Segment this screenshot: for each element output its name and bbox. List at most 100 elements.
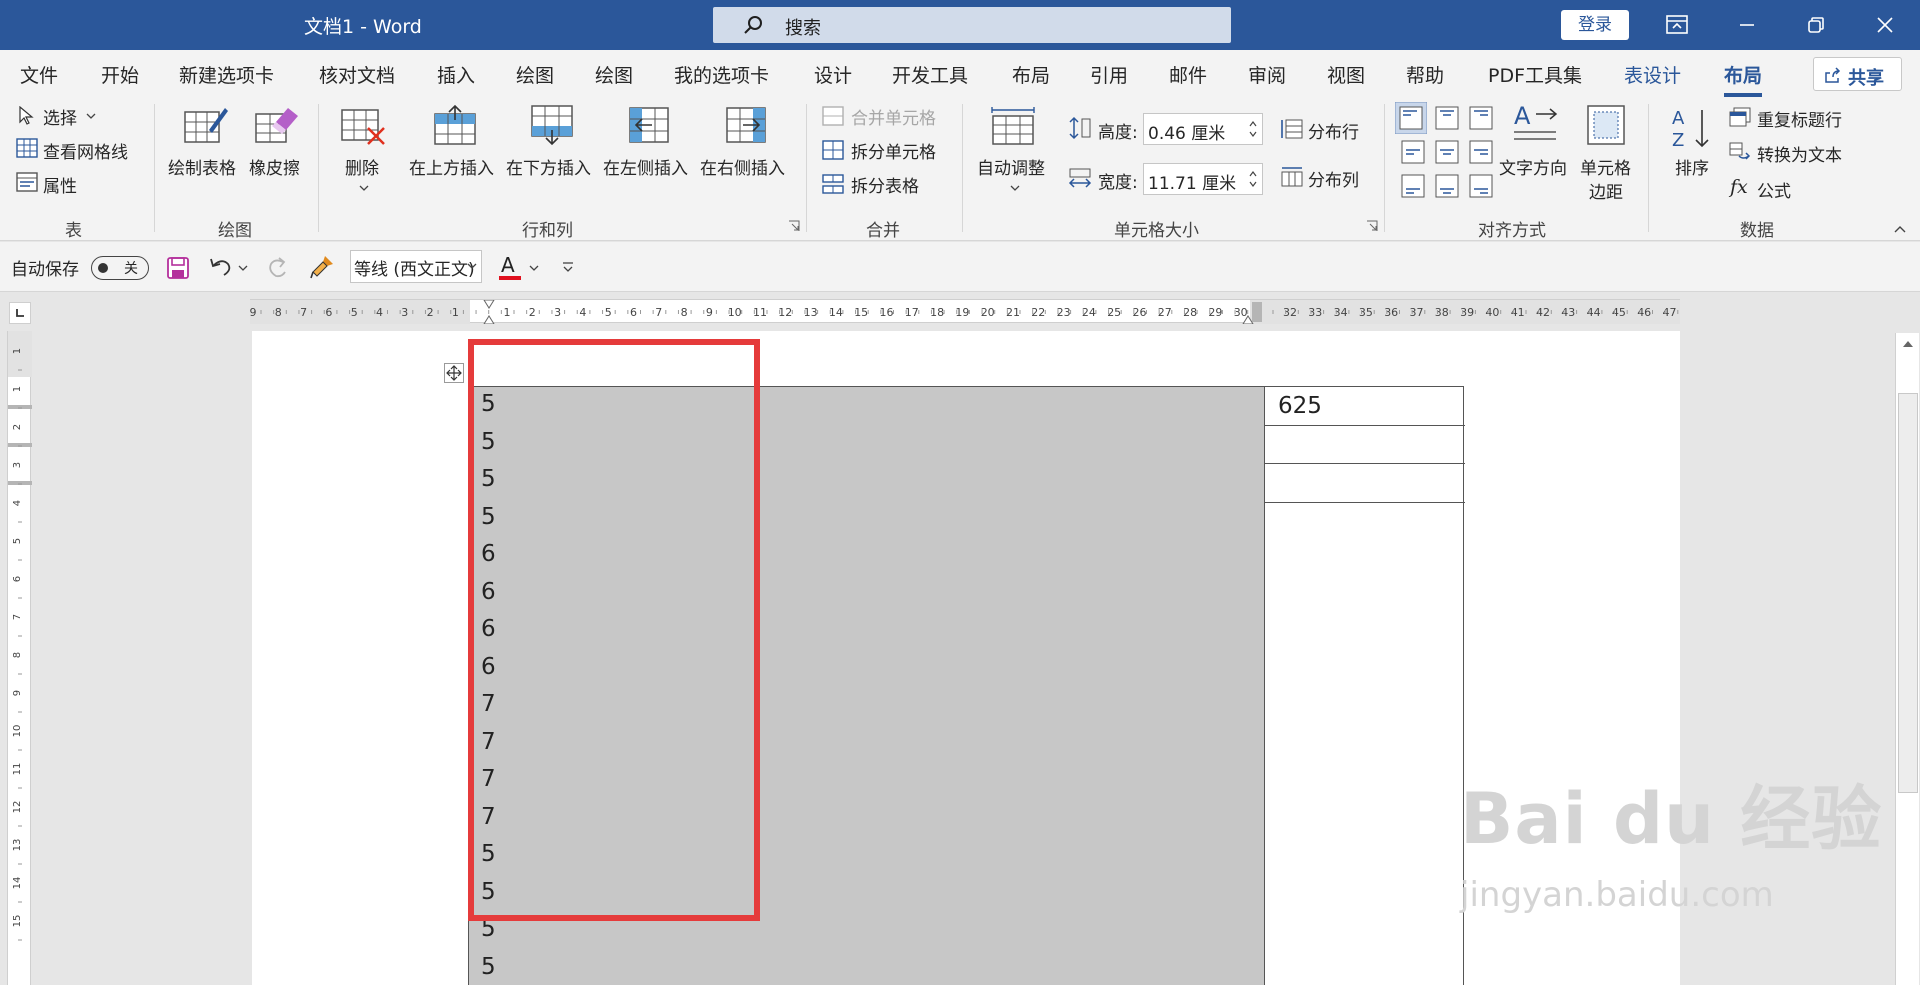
undo-icon[interactable]	[208, 255, 234, 279]
align-top-center-icon[interactable]	[1433, 104, 1461, 132]
tab-references[interactable]: 引用	[1090, 61, 1128, 88]
restore-button[interactable]	[1793, 8, 1839, 42]
font-name-combo[interactable]: 等线 (西文正文)	[350, 250, 482, 283]
eraser-icon	[255, 108, 298, 143]
column-cell-value[interactable]: 5	[481, 954, 496, 980]
vertical-scrollbar[interactable]	[1895, 333, 1919, 985]
ribbon-display-icon	[1666, 15, 1688, 34]
repeat-header-label: 重复标题行	[1757, 111, 1842, 131]
font-name-value: 等线 (西文正文)	[354, 260, 475, 280]
ruler-number: 47	[1663, 306, 1677, 319]
title-bar: 文档1 - Word 搜索 登录	[0, 0, 1920, 50]
row-height-input[interactable]: 0.46 厘米	[1143, 113, 1263, 145]
column-marker[interactable]	[1252, 302, 1262, 322]
tab-review[interactable]: 审阅	[1248, 61, 1286, 88]
ruler-number: 11	[753, 306, 767, 319]
customize-toolbar-icon[interactable]	[561, 260, 575, 274]
ribbon-display-options-button[interactable]	[1654, 8, 1700, 42]
cell-margins-label-2: 边距	[1589, 183, 1623, 203]
ruler-number: 33	[1308, 306, 1322, 319]
align-middle-left-icon[interactable]	[1399, 138, 1427, 166]
ruler-number: 12	[12, 801, 23, 814]
align-middle-center-icon[interactable]	[1433, 138, 1461, 166]
ruler-number: 4	[376, 306, 383, 319]
separator	[806, 104, 807, 232]
ruler-number: 1	[452, 306, 459, 319]
tab-draw-1[interactable]: 绘图	[516, 61, 554, 88]
login-button[interactable]: 登录	[1561, 10, 1629, 40]
scroll-up-icon[interactable]	[1902, 339, 1914, 349]
align-top-left-icon[interactable]	[1395, 102, 1427, 134]
tab-file[interactable]: 文件	[20, 61, 58, 88]
autosave-label: 自动保存	[11, 260, 79, 280]
tab-insert[interactable]: 插入	[437, 61, 475, 88]
collapse-ribbon-icon[interactable]	[1893, 224, 1907, 234]
ruler-number: 1	[12, 386, 23, 392]
tab-mailings[interactable]: 邮件	[1169, 61, 1207, 88]
minimize-button[interactable]	[1724, 8, 1770, 42]
first-line-indent-marker[interactable]	[483, 300, 495, 309]
vertical-ruler[interactable]: 1 1 2 3 4 5 6 7 8 9 10 11 12 13 14 15	[7, 331, 32, 985]
align-bottom-right-icon[interactable]	[1467, 172, 1495, 200]
tab-new-tab[interactable]: 新建选项卡	[179, 61, 274, 88]
chevron-down-icon[interactable]	[238, 264, 248, 272]
tab-layout[interactable]: 布局	[1012, 61, 1050, 88]
horizontal-ruler[interactable]: 9 8 7 6 5 4 3 2 1 1 2 3 4 5 6 7 8 9 10 11 12 13 14 15 16 17 18 19 20…	[250, 299, 1680, 324]
search-icon	[744, 16, 762, 34]
save-icon[interactable]	[166, 256, 190, 280]
tab-help[interactable]: 帮助	[1406, 61, 1444, 88]
ruler-number: 46	[1637, 306, 1651, 319]
ruler-number: 27	[1158, 306, 1172, 319]
tab-home[interactable]: 开始	[101, 61, 139, 88]
align-bottom-left-icon[interactable]	[1399, 172, 1427, 200]
view-gridlines-label: 查看网格线	[43, 143, 128, 163]
dialog-launcher-icon[interactable]	[788, 220, 800, 232]
tab-view[interactable]: 视图	[1327, 61, 1365, 88]
table-move-handle[interactable]	[444, 363, 464, 383]
highlight-box	[468, 339, 760, 921]
ruler-number: 15	[12, 915, 23, 928]
right-column[interactable]: 625	[1264, 386, 1465, 985]
group-label-rows-columns: 行和列	[522, 221, 573, 241]
tab-pdf-tools[interactable]: PDF工具集	[1488, 61, 1582, 88]
share-button[interactable]: 共享	[1813, 57, 1902, 91]
insert-above-icon	[434, 104, 476, 145]
hanging-indent-marker[interactable]	[483, 315, 495, 324]
ruler-number: 25	[1107, 306, 1121, 319]
format-painter-icon[interactable]	[309, 254, 335, 280]
ruler-number: 6	[12, 576, 23, 582]
tab-check-document[interactable]: 核对文档	[319, 61, 395, 88]
ruler-number: 15	[854, 306, 868, 319]
table-cell-value[interactable]: 625	[1278, 393, 1322, 419]
group-label-alignment: 对齐方式	[1478, 221, 1546, 241]
tab-table-design[interactable]: 表设计	[1624, 61, 1681, 88]
align-middle-right-icon[interactable]	[1467, 138, 1495, 166]
spinner-arrows-icon[interactable]	[1248, 118, 1258, 140]
chevron-down-icon[interactable]	[529, 264, 539, 272]
dialog-launcher-icon[interactable]	[1366, 220, 1378, 232]
horizontal-ruler-scale: 9 8 7 6 5 4 3 2 1 1 2 3 4 5 6 7 8 9 10 11 12 13 14 15 16 17 18 19 20…	[250, 300, 1680, 324]
split-table-label: 拆分表格	[851, 177, 919, 197]
redo-icon[interactable]	[264, 255, 290, 279]
search-box[interactable]: 搜索	[713, 7, 1231, 43]
tab-selector[interactable]	[9, 302, 31, 324]
tab-table-layout[interactable]: 布局	[1724, 61, 1763, 97]
align-top-right-icon[interactable]	[1467, 104, 1495, 132]
insert-above-label: 在上方插入	[409, 159, 494, 179]
close-button[interactable]	[1862, 8, 1908, 42]
properties-label: 属性	[43, 177, 77, 197]
font-color-icon[interactable]: A	[497, 252, 523, 282]
tab-draw-2[interactable]: 绘图	[595, 61, 633, 88]
column-width-input[interactable]: 11.71 厘米	[1143, 163, 1263, 195]
tab-design[interactable]: 设计	[814, 61, 852, 88]
tab-developer[interactable]: 开发工具	[892, 61, 968, 88]
scrollbar-thumb[interactable]	[1898, 393, 1918, 793]
tab-my-tab[interactable]: 我的选项卡	[674, 61, 769, 88]
ruler-number: 9	[250, 306, 257, 319]
chevron-down-icon[interactable]	[467, 262, 477, 270]
align-bottom-center-icon[interactable]	[1433, 172, 1461, 200]
autosave-toggle[interactable]: 关	[91, 256, 149, 280]
spinner-arrows-icon[interactable]	[1248, 168, 1258, 190]
ruler-number: 2	[12, 424, 23, 430]
ruler-number: 7	[655, 306, 662, 319]
